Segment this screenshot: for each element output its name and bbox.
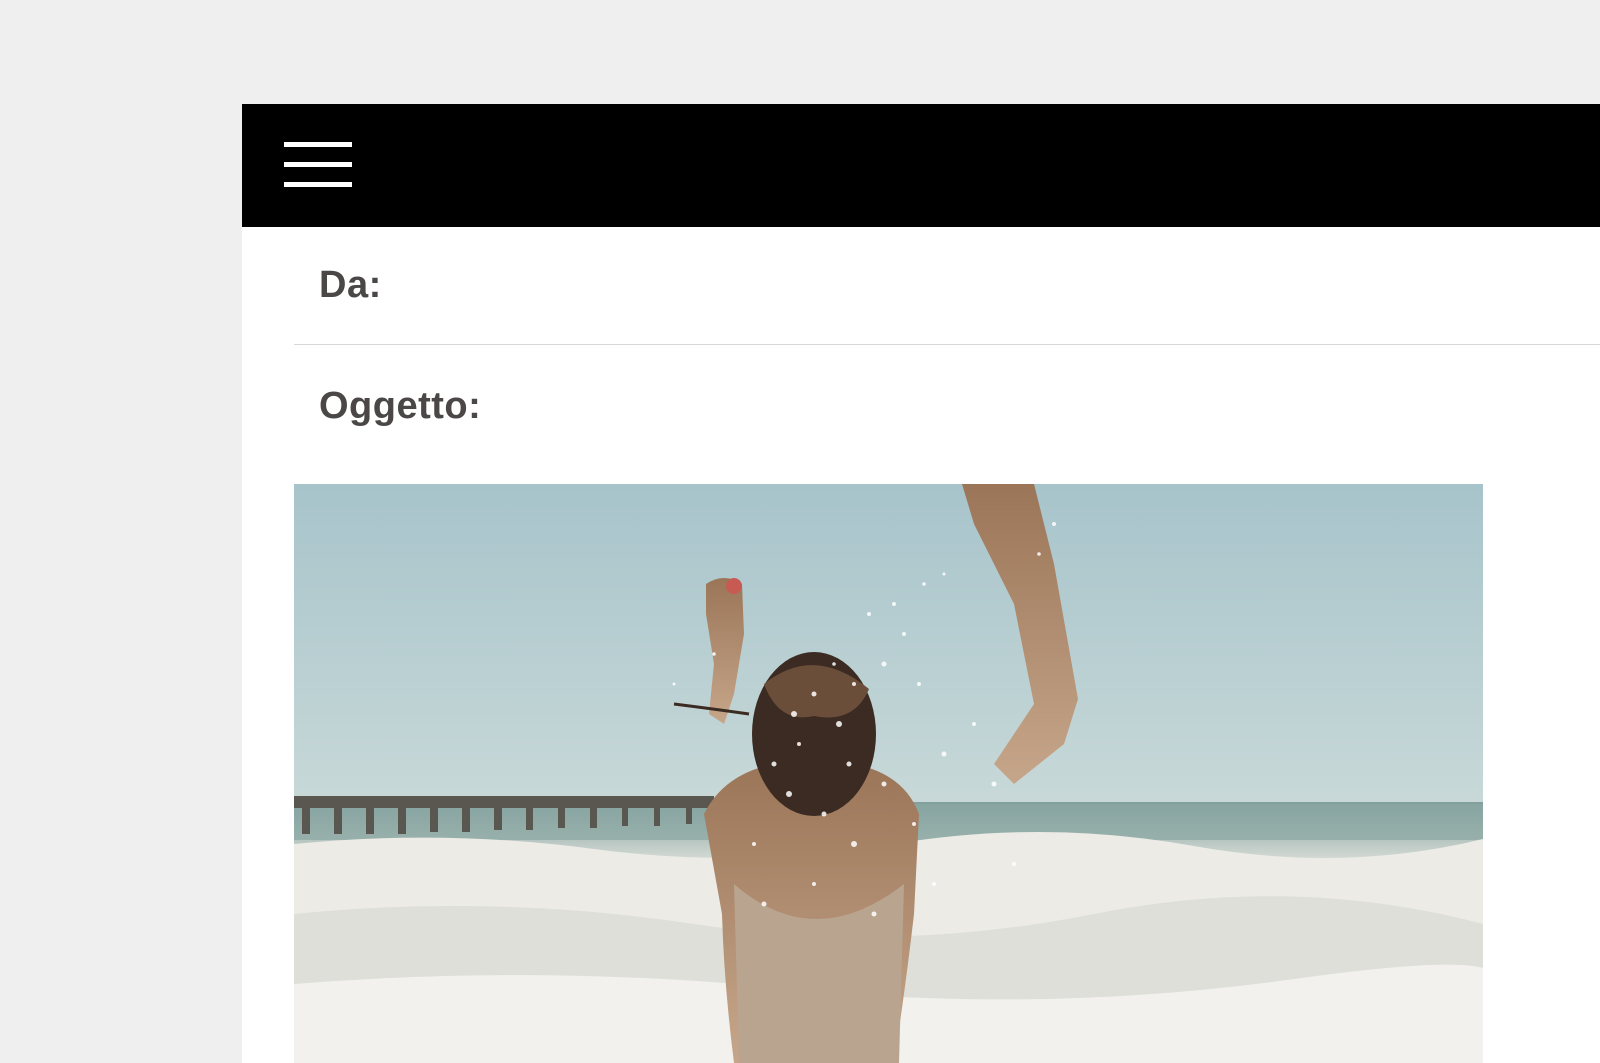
menu-line <box>284 142 352 147</box>
hamburger-menu-icon[interactable] <box>284 142 354 190</box>
email-window: Da: Oggetto: <box>242 104 1600 1063</box>
from-label: Da: <box>319 264 382 306</box>
beach-photo <box>294 484 1483 1063</box>
subject-label: Oggetto: <box>319 385 482 427</box>
from-field-row[interactable]: Da: <box>294 227 1600 345</box>
subject-field-row[interactable]: Oggetto: <box>294 345 1600 465</box>
menu-line <box>284 182 352 187</box>
menu-line <box>284 162 352 167</box>
top-bar <box>242 104 1600 227</box>
